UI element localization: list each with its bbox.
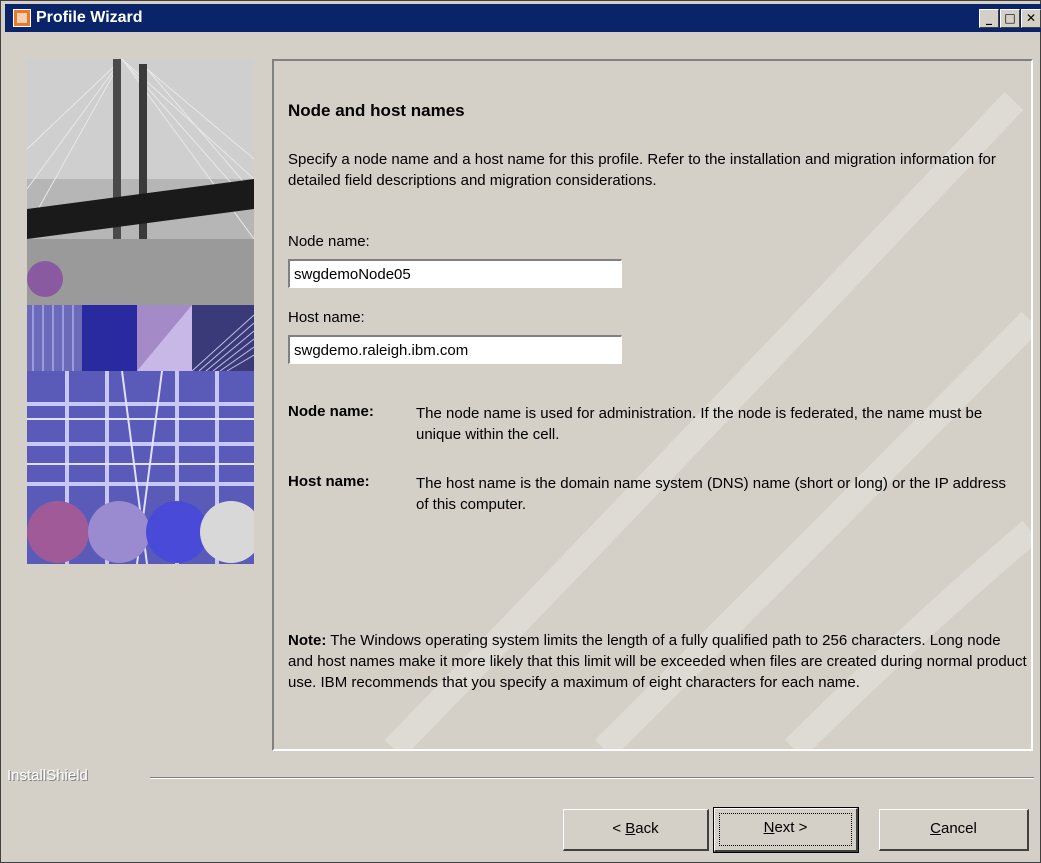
host-name-label: Host name:	[288, 309, 365, 326]
title-bar[interactable]: Profile Wizard _ □ ✕	[5, 4, 1041, 32]
back-prefix: <	[612, 820, 626, 837]
node-name-term: Node name:	[288, 403, 374, 420]
content-panel: Node and host names Specify a node name …	[272, 59, 1033, 751]
focus-ring	[719, 813, 852, 846]
wizard-side-image	[27, 59, 254, 564]
host-name-term: Host name:	[288, 473, 370, 490]
back-mnemonic: B	[625, 820, 636, 837]
next-button[interactable]: Next >	[714, 808, 858, 852]
footer-divider	[150, 777, 1034, 779]
minimize-icon[interactable]: _	[979, 9, 999, 28]
maximize-icon[interactable]: □	[1000, 9, 1020, 28]
app-icon	[13, 9, 31, 27]
back-rest: ack	[635, 820, 659, 837]
note-text: Note: The Windows operating system limit…	[288, 630, 1028, 693]
note-label: Note:	[288, 632, 327, 649]
cancel-rest: ancel	[940, 820, 977, 837]
profile-wizard-window: Profile Wizard _ □ ✕ Node and host names…	[0, 0, 1041, 863]
host-name-input[interactable]	[288, 335, 622, 364]
node-name-label: Node name:	[288, 233, 370, 250]
cancel-mnemonic: C	[930, 820, 941, 837]
intro-text: Specify a node name and a host name for …	[288, 151, 996, 189]
installshield-brand: InstallShield	[7, 767, 88, 784]
host-name-description: The host name is the domain name system …	[416, 475, 1006, 513]
cancel-button[interactable]: Cancel	[879, 809, 1029, 851]
window-title: Profile Wizard	[36, 9, 143, 26]
back-button[interactable]: < Back	[563, 809, 709, 851]
page-title: Node and host names	[288, 101, 465, 120]
node-name-input[interactable]	[288, 259, 622, 288]
note-body: The Windows operating system limits the …	[288, 632, 1027, 691]
close-icon[interactable]: ✕	[1021, 9, 1041, 28]
node-name-description: The node name is used for administration…	[416, 405, 983, 443]
